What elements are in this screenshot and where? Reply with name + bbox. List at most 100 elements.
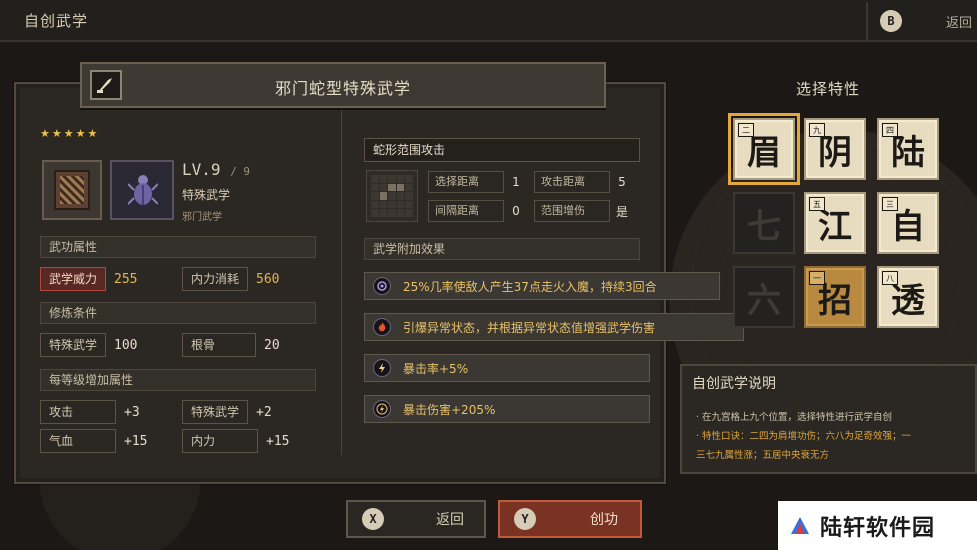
effect-item: 25%几率使敌人产生37点走火入魔，持续3回合: [364, 272, 720, 300]
trait-tile[interactable]: 八透: [877, 266, 939, 328]
trait-tile-number: 一: [809, 271, 825, 285]
effect-item: 暴击率+5%: [364, 354, 650, 382]
range-damage: 范围增伤 是: [534, 200, 634, 222]
description-body: · 在九宫格上九个位置，选择特性进行武学自创 · 特性口诀：二四为肩增功伤；六八…: [696, 408, 974, 465]
top-back-label: 返回: [946, 15, 973, 31]
trait-tile-char: 六: [747, 280, 781, 321]
trait-tile-number: 二: [738, 123, 754, 137]
lightning-burst-icon: [373, 400, 391, 418]
skill-level: LV.9 / 9: [182, 160, 250, 179]
back-button-label: 返回: [436, 512, 464, 528]
per-level-hp: 气血 +15: [40, 429, 147, 453]
effect-item: 引爆异常状态，并根据异常状态值增强武学伤害: [364, 313, 744, 341]
per-level-header: 每等级增加属性: [40, 369, 316, 391]
select-distance-label: 选择距离: [428, 171, 504, 193]
create-button[interactable]: Y 创功: [498, 500, 642, 538]
manual-item-slot: [42, 160, 102, 220]
power-value: 255: [114, 271, 138, 287]
attack-shape-grid-icon: [366, 170, 418, 222]
effects-header: 武学附加效果: [364, 238, 640, 260]
interval-distance: 间隔距离 0: [428, 200, 528, 222]
y-key-icon: Y: [514, 508, 536, 530]
interval-distance-value: 0: [512, 204, 520, 218]
lightning-icon: [373, 359, 391, 377]
skill-subtype: 邪门武学: [182, 212, 222, 223]
trait-tile-number: 三: [882, 197, 898, 211]
trait-title: 选择特性: [796, 80, 861, 98]
per-level-row-1: 攻击 +3 特殊武学 +2: [40, 400, 316, 424]
create-button-label: 创功: [590, 512, 618, 528]
per-level-mp: 内力 +15: [182, 429, 289, 453]
back-button[interactable]: X 返回: [346, 500, 486, 538]
attack-name: 蛇形范围攻击: [364, 138, 640, 162]
per-level-value: +15: [124, 433, 148, 449]
req1-label: 特殊武学: [40, 333, 107, 357]
skill-name: 邪门蛇型特殊武学: [274, 79, 411, 98]
watermark-logo-icon: [791, 516, 809, 534]
attributes-header: 武功属性: [40, 236, 316, 258]
cost-value: 560: [256, 271, 280, 287]
creature-portrait: [110, 160, 174, 220]
description-panel: 自创武学说明 · 在九宫格上九个位置，选择特性进行武学自创 · 特性口诀：二四为…: [680, 364, 977, 474]
level-value: 9: [210, 160, 221, 179]
cost-stat: 内力消耗 560: [182, 267, 280, 291]
per-level-label: 气血: [40, 429, 116, 453]
effect-text: 引爆异常状态，并根据异常状态值增强武学伤害: [403, 320, 656, 335]
req-special-stat: 特殊武学 100: [40, 333, 138, 357]
per-level-special: 特殊武学 +2: [182, 400, 272, 424]
insect-icon: [128, 175, 158, 205]
req2-value: 20: [264, 337, 280, 353]
description-line: 三七九属性涨；五居中央衰无方: [696, 450, 830, 461]
trait-tile[interactable]: 三自: [877, 192, 939, 254]
trait-tile: 七: [733, 192, 795, 254]
trait-tile-char: 七: [747, 206, 781, 247]
manual-book-icon: [54, 170, 90, 210]
trait-tile: 六: [733, 266, 795, 328]
select-distance: 选择距离 1: [428, 171, 528, 193]
effect-text: 25%几率使敌人产生37点走火入魔，持续3回合: [403, 279, 657, 294]
panel-divider: [341, 110, 342, 455]
description-line: · 特性口诀：二四为肩增功伤；六八为足奇效强；一: [696, 431, 912, 442]
b-key-icon: B: [880, 10, 902, 32]
trait-tile[interactable]: 九阴: [804, 118, 866, 180]
trait-tile[interactable]: 四陆: [877, 118, 939, 180]
top-back-button[interactable]: B 返回: [870, 4, 977, 38]
effect-text: 暴击伤害+205%: [403, 402, 496, 417]
effect-item: 暴击伤害+205%: [364, 395, 650, 423]
level-max: / 9: [230, 165, 251, 178]
site-watermark: 陆轩软件园: [778, 501, 977, 550]
page-title: 自创武学: [24, 12, 89, 30]
x-key-icon: X: [362, 508, 384, 530]
select-distance-value: 1: [512, 175, 520, 189]
watermark-text: 陆轩软件园: [820, 515, 936, 541]
level-prefix: LV.: [182, 160, 211, 179]
fire-icon: [373, 318, 391, 336]
per-level-value: +2: [256, 404, 272, 420]
per-level-label: 特殊武学: [182, 400, 249, 424]
trait-tile[interactable]: 一招: [804, 266, 866, 328]
effect-text: 暴击率+5%: [403, 361, 469, 376]
requirements-header: 修炼条件: [40, 302, 316, 324]
power-stat: 武学威力 255: [40, 267, 138, 291]
top-bar: 自创武学 B 返回: [0, 0, 977, 42]
trait-tile-number: 八: [882, 271, 898, 285]
per-level-label: 攻击: [40, 400, 116, 424]
req2-label: 根骨: [182, 333, 256, 357]
per-level-label: 内力: [182, 429, 258, 453]
trait-tile[interactable]: 五江: [804, 192, 866, 254]
requirements-row: 特殊武学 100 根骨 20: [40, 333, 316, 357]
power-label: 武学威力: [40, 267, 107, 291]
trait-tile-number: 九: [809, 123, 825, 137]
trait-tile[interactable]: 二眉: [728, 113, 800, 185]
trait-tile-number: 四: [882, 123, 898, 137]
per-level-attack: 攻击 +3: [40, 400, 140, 424]
spiral-icon: [373, 277, 391, 295]
req-bone-stat: 根骨 20: [182, 333, 280, 357]
attack-distance: 攻击距离 5: [534, 171, 634, 193]
per-level-value: +15: [266, 433, 290, 449]
cost-label: 内力消耗: [182, 267, 249, 291]
attributes-row: 武学威力 255 内力消耗 560: [40, 267, 316, 291]
req1-value: 100: [114, 337, 138, 353]
description-title: 自创武学说明: [692, 376, 776, 392]
attack-distance-value: 5: [618, 175, 626, 189]
